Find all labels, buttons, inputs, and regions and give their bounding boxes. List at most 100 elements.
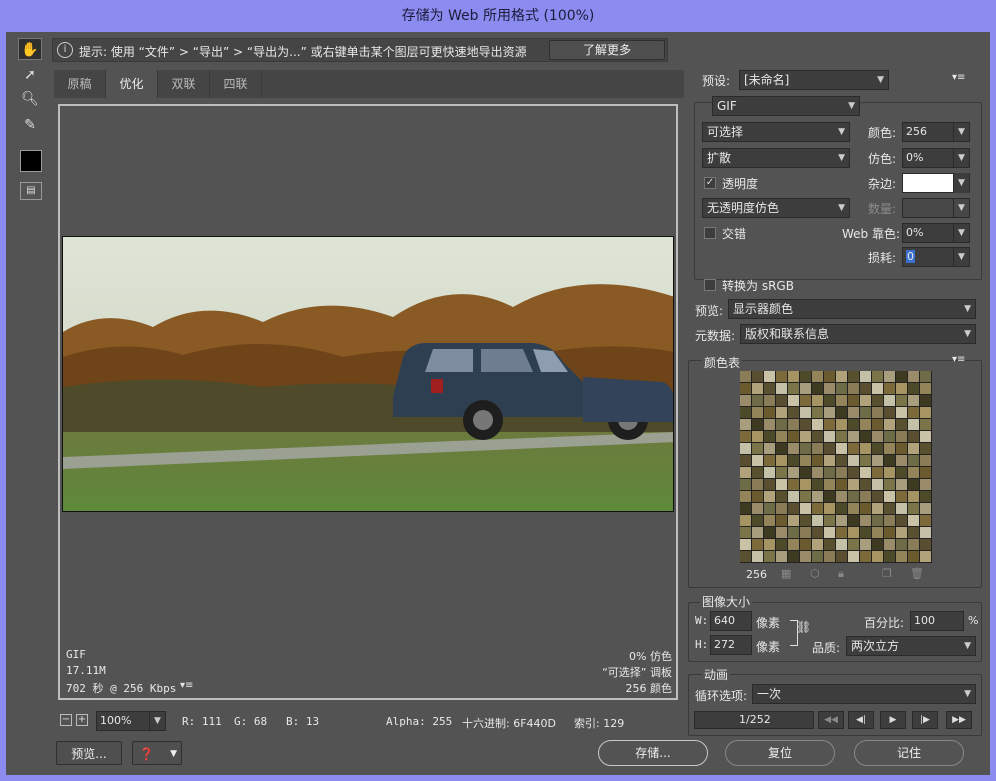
zoom-tool-icon[interactable]: 🔍︎	[18, 88, 42, 110]
color-swatch[interactable]	[872, 383, 883, 394]
tab-optimized[interactable]: 优化	[106, 70, 158, 98]
height-input[interactable]: 272	[710, 635, 752, 655]
color-swatch[interactable]	[824, 431, 835, 442]
learn-more-button[interactable]: 了解更多	[549, 40, 665, 60]
color-swatch[interactable]	[896, 443, 907, 454]
color-swatch[interactable]	[824, 467, 835, 478]
color-swatch[interactable]	[884, 371, 895, 382]
color-swatch[interactable]	[848, 371, 859, 382]
color-swatch[interactable]	[800, 395, 811, 406]
cube-icon[interactable]: ⬡	[810, 567, 820, 580]
color-swatch[interactable]	[860, 479, 871, 490]
color-swatch[interactable]	[860, 491, 871, 502]
color-swatch[interactable]	[848, 395, 859, 406]
next-frame-button[interactable]: |▶	[912, 711, 938, 729]
color-swatch[interactable]	[860, 467, 871, 478]
color-swatch[interactable]	[848, 491, 859, 502]
color-swatch[interactable]	[776, 371, 787, 382]
color-swatch[interactable]	[836, 395, 847, 406]
color-swatch[interactable]	[788, 455, 799, 466]
color-swatch[interactable]	[812, 431, 823, 442]
color-swatch[interactable]	[872, 479, 883, 490]
color-swatch[interactable]	[872, 407, 883, 418]
trash-icon[interactable]: 🗑︎	[910, 567, 924, 580]
preview-browser-button[interactable]: 预览...	[56, 741, 122, 765]
color-swatch[interactable]	[824, 407, 835, 418]
color-swatch[interactable]	[920, 383, 931, 394]
color-swatch[interactable]	[908, 431, 919, 442]
color-swatch[interactable]	[776, 443, 787, 454]
color-swatch[interactable]	[740, 395, 751, 406]
color-swatch[interactable]	[848, 551, 859, 562]
preset-select[interactable]: [未命名] ▼	[739, 70, 889, 90]
color-swatch[interactable]	[896, 479, 907, 490]
colors-input[interactable]: 256 ▼	[902, 122, 970, 142]
color-swatch[interactable]	[788, 395, 799, 406]
color-swatch[interactable]	[812, 551, 823, 562]
color-swatch[interactable]	[908, 371, 919, 382]
color-swatch[interactable]	[752, 455, 763, 466]
color-swatch[interactable]	[752, 407, 763, 418]
color-swatch[interactable]	[872, 467, 883, 478]
color-swatch[interactable]	[776, 431, 787, 442]
color-swatch[interactable]	[812, 527, 823, 538]
color-swatch[interactable]	[896, 503, 907, 514]
color-swatch[interactable]	[800, 419, 811, 430]
color-swatch[interactable]	[776, 395, 787, 406]
color-swatch[interactable]	[872, 395, 883, 406]
color-swatch[interactable]	[872, 443, 883, 454]
color-swatch[interactable]	[824, 551, 835, 562]
color-swatch[interactable]	[920, 539, 931, 550]
color-swatch[interactable]	[836, 383, 847, 394]
color-swatch[interactable]	[824, 527, 835, 538]
color-swatch[interactable]	[836, 467, 847, 478]
color-swatch[interactable]	[764, 407, 775, 418]
color-swatch[interactable]	[908, 491, 919, 502]
color-swatch[interactable]	[752, 551, 763, 562]
color-swatch[interactable]	[740, 539, 751, 550]
color-swatch[interactable]	[824, 455, 835, 466]
color-swatch[interactable]	[836, 539, 847, 550]
color-swatch[interactable]	[836, 371, 847, 382]
color-swatch[interactable]	[860, 431, 871, 442]
color-swatch[interactable]	[740, 527, 751, 538]
tab-4-up[interactable]: 四联	[210, 70, 262, 98]
remember-button[interactable]: 记住	[854, 740, 964, 766]
color-swatch[interactable]	[860, 455, 871, 466]
color-swatch[interactable]	[788, 491, 799, 502]
color-swatch[interactable]	[764, 503, 775, 514]
color-swatch[interactable]	[812, 503, 823, 514]
tab-original[interactable]: 原稿	[54, 70, 106, 98]
color-swatch[interactable]	[788, 407, 799, 418]
color-swatch[interactable]	[776, 479, 787, 490]
color-swatch[interactable]	[860, 551, 871, 562]
color-swatch[interactable]	[752, 527, 763, 538]
color-swatch[interactable]	[824, 491, 835, 502]
color-swatch[interactable]	[920, 491, 931, 502]
color-swatch[interactable]	[920, 419, 931, 430]
color-swatch[interactable]	[860, 407, 871, 418]
color-swatch[interactable]	[800, 371, 811, 382]
color-swatch[interactable]	[872, 491, 883, 502]
color-swatch[interactable]	[812, 419, 823, 430]
color-swatch[interactable]	[920, 503, 931, 514]
color-swatch[interactable]	[848, 407, 859, 418]
color-swatch[interactable]	[764, 443, 775, 454]
color-swatch[interactable]	[764, 515, 775, 526]
color-swatch[interactable]	[788, 467, 799, 478]
color-swatch[interactable]	[884, 503, 895, 514]
reset-button[interactable]: 复位	[725, 740, 835, 766]
color-swatch[interactable]	[872, 551, 883, 562]
color-swatch[interactable]	[896, 371, 907, 382]
color-swatch[interactable]	[776, 455, 787, 466]
color-swatch[interactable]	[896, 407, 907, 418]
color-swatch[interactable]	[872, 371, 883, 382]
eyedropper-color-swatch[interactable]	[20, 150, 42, 172]
color-swatch[interactable]	[884, 515, 895, 526]
color-swatch[interactable]	[896, 395, 907, 406]
last-frame-button[interactable]: ▶▶	[946, 711, 972, 729]
color-swatch[interactable]	[884, 467, 895, 478]
web-shift-icon[interactable]: ▦	[781, 567, 791, 580]
color-swatch[interactable]	[800, 407, 811, 418]
color-swatch[interactable]	[812, 395, 823, 406]
